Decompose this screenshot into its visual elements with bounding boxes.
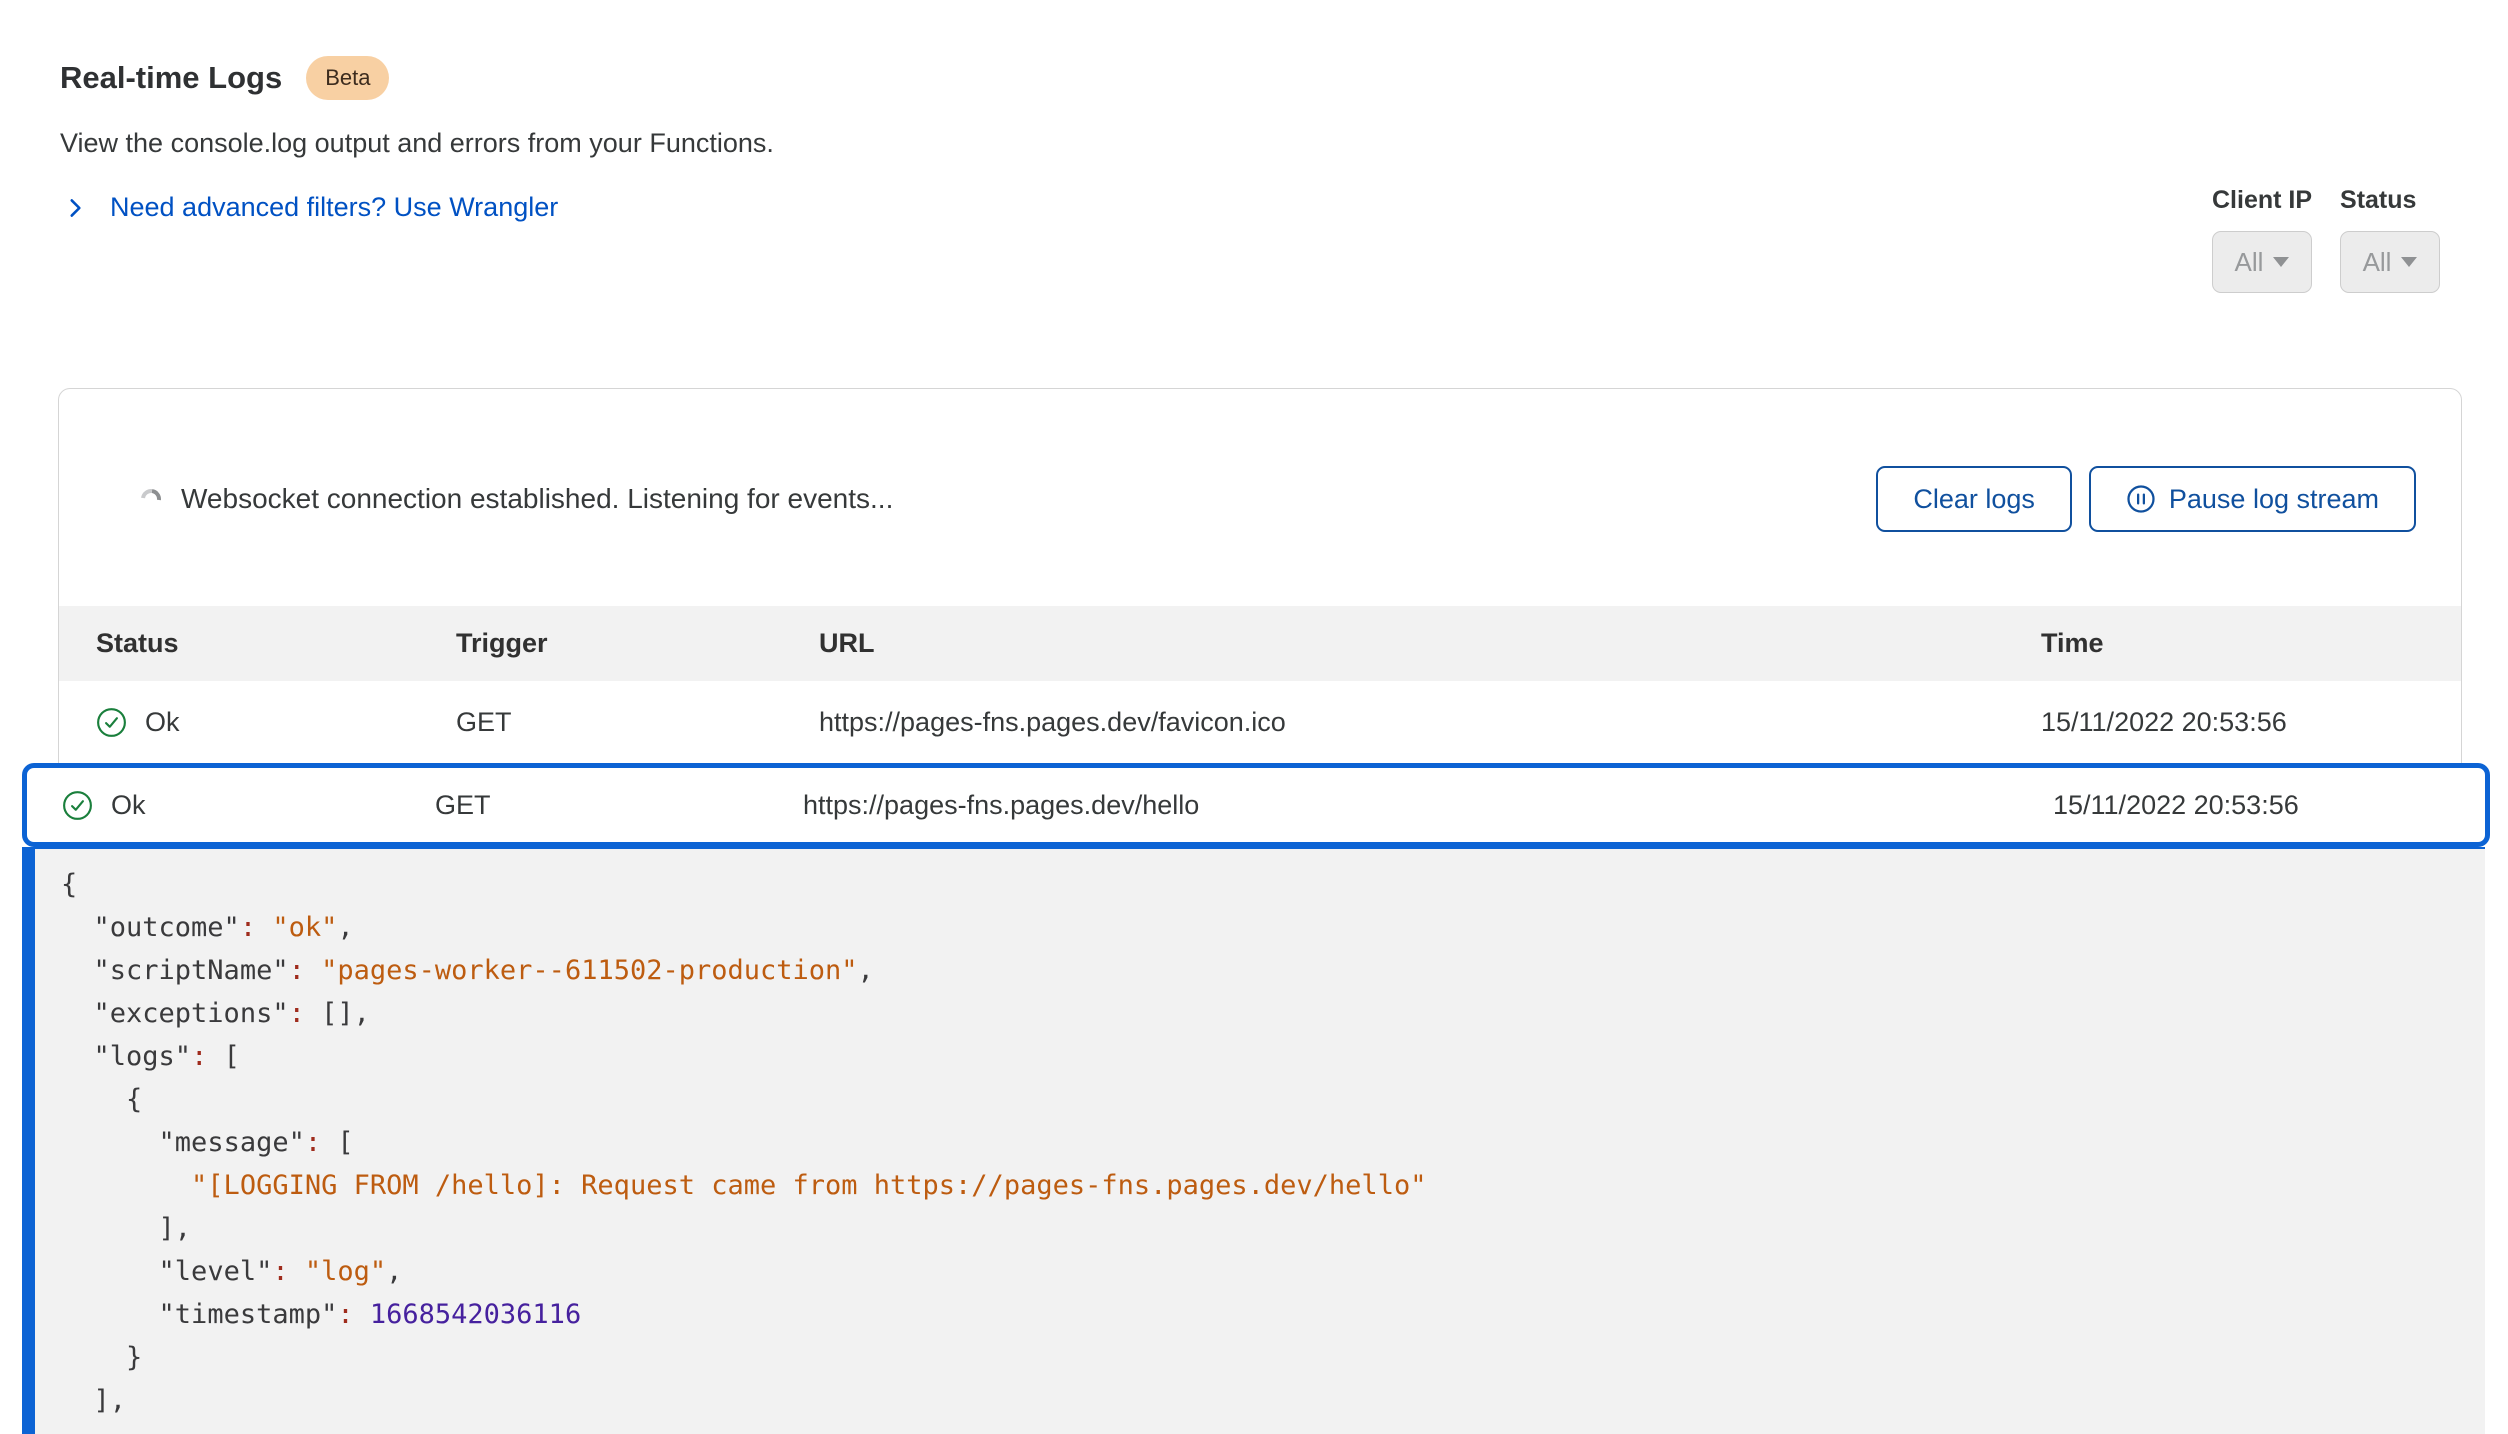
status-cell: Ok <box>96 707 456 738</box>
toolbar-buttons: Clear logs Pause log stream <box>1876 466 2416 532</box>
spinner-icon <box>137 485 165 513</box>
pause-log-stream-button[interactable]: Pause log stream <box>2089 466 2416 532</box>
websocket-status-message: Websocket connection established. Listen… <box>181 483 893 515</box>
clear-logs-label: Clear logs <box>1913 484 2035 515</box>
beta-badge: Beta <box>306 56 389 100</box>
status-text: Ok <box>111 790 146 821</box>
client-ip-dropdown[interactable]: All <box>2212 231 2312 293</box>
realtime-logs-page: Real-time Logs Beta View the console.log… <box>0 0 2508 1434</box>
status-text: Ok <box>145 707 180 738</box>
filter-client-ip: Client IP All <box>2212 186 2312 293</box>
filter-status: Status All <box>2340 186 2440 293</box>
logs-toolbar: Websocket connection established. Listen… <box>141 449 2416 549</box>
column-header-url: URL <box>819 628 2041 659</box>
column-header-status: Status <box>96 628 456 659</box>
log-table-header: Status Trigger URL Time <box>59 606 2461 681</box>
column-header-trigger: Trigger <box>456 628 819 659</box>
table-row[interactable]: Ok GET https://pages-fns.pages.dev/favic… <box>59 681 2461 763</box>
chevron-down-icon <box>2273 257 2289 267</box>
chevron-right-icon <box>62 195 88 221</box>
client-ip-value: All <box>2235 247 2264 278</box>
status-dropdown[interactable]: All <box>2340 231 2440 293</box>
wrangler-filters-link[interactable]: Need advanced filters? Use Wrangler <box>62 192 558 223</box>
filters: Client IP All Status All <box>2212 186 2440 293</box>
trigger-cell: GET <box>456 707 819 738</box>
page-title: Real-time Logs <box>60 60 282 96</box>
page-subtitle: View the console.log output and errors f… <box>60 128 774 159</box>
client-ip-label: Client IP <box>2212 186 2312 215</box>
status-value: All <box>2363 247 2392 278</box>
check-circle-icon <box>96 707 127 738</box>
check-circle-icon <box>62 790 93 821</box>
json-code: { "outcome": "ok", "scriptName": "pages-… <box>61 863 2485 1422</box>
column-header-time: Time <box>2041 628 2461 659</box>
time-cell: 15/11/2022 20:53:56 <box>2053 790 2485 821</box>
pause-log-stream-label: Pause log stream <box>2169 484 2379 515</box>
trigger-cell: GET <box>435 790 803 821</box>
table-row-selected[interactable]: Ok GET https://pages-fns.pages.dev/hello… <box>22 763 2490 847</box>
wrangler-filters-link-label: Need advanced filters? Use Wrangler <box>110 192 558 223</box>
status-label: Status <box>2340 186 2440 215</box>
url-cell: https://pages-fns.pages.dev/hello <box>803 790 2053 821</box>
pause-icon <box>2126 484 2156 514</box>
time-cell: 15/11/2022 20:53:56 <box>2041 707 2461 738</box>
page-header: Real-time Logs Beta <box>60 56 389 100</box>
status-cell: Ok <box>62 790 435 821</box>
clear-logs-button[interactable]: Clear logs <box>1876 466 2072 532</box>
url-cell: https://pages-fns.pages.dev/favicon.ico <box>819 707 2041 738</box>
chevron-down-icon <box>2401 257 2417 267</box>
log-detail-panel: { "outcome": "ok", "scriptName": "pages-… <box>22 847 2485 1434</box>
